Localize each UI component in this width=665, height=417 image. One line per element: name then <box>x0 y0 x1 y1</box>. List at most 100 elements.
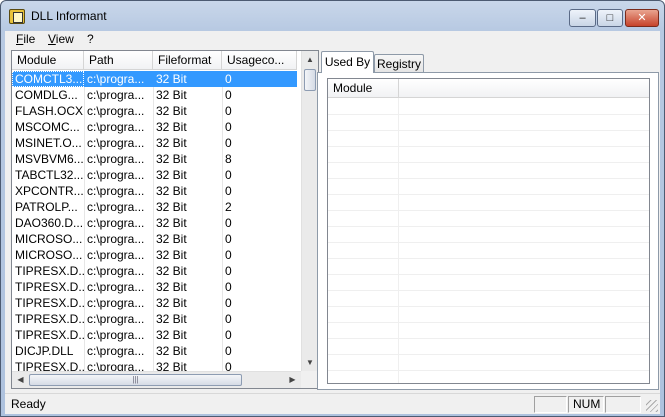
module-cell: FLASH.OCX <box>15 104 84 118</box>
path-cell: c:\progra... <box>87 168 145 182</box>
usagecount-cell: 0 <box>225 184 232 198</box>
row-gridline <box>328 178 649 179</box>
vertical-scroll-thumb[interactable] <box>304 69 316 91</box>
usagecount-cell: 0 <box>225 232 232 246</box>
module-cell: PATROLP... <box>15 200 78 214</box>
path-cell: c:\progra... <box>87 136 145 150</box>
vertical-scrollbar[interactable]: ▲ ▼ <box>301 51 318 371</box>
usagecount-cell: 0 <box>225 136 232 150</box>
status-text: Ready <box>11 397 46 411</box>
module-cell: DAO360.D... <box>15 216 84 230</box>
row-gridline <box>328 370 649 371</box>
fileformat-cell: 32 Bit <box>156 216 187 230</box>
table-row[interactable]: DICJP.DLL c:\progra... 32 Bit 0 <box>12 343 297 359</box>
module-cell: XPCONTR... <box>15 184 84 198</box>
fileformat-cell: 32 Bit <box>156 296 187 310</box>
table-row[interactable]: MSINET.O... c:\progra... 32 Bit 0 <box>12 135 297 151</box>
table-row[interactable]: TIPRESX.D... c:\progra... 32 Bit 0 <box>12 327 297 343</box>
menu-view[interactable]: View <box>48 32 74 46</box>
table-row[interactable]: DAO360.D... c:\progra... 32 Bit 0 <box>12 215 297 231</box>
table-row[interactable]: TIPRESX.D... c:\progra... 32 Bit 0 <box>12 311 297 327</box>
tab-panel: Module <box>317 72 659 390</box>
module-cell: TIPRESX.D... <box>15 280 84 294</box>
path-cell: c:\progra... <box>87 344 145 358</box>
row-gridline <box>328 114 649 115</box>
module-cell: MSINET.O... <box>15 136 82 150</box>
resize-grip-icon[interactable] <box>646 400 658 412</box>
scrollbar-corner <box>301 371 318 388</box>
fileformat-cell: 32 Bit <box>156 248 187 262</box>
row-gridline <box>328 210 649 211</box>
status-pane-caps <box>534 396 567 413</box>
path-cell: c:\progra... <box>87 216 145 230</box>
fileformat-cell: 32 Bit <box>156 120 187 134</box>
path-cell: c:\progra... <box>87 120 145 134</box>
scroll-up-arrow-icon[interactable]: ▲ <box>302 51 318 68</box>
module-cell: COMCTL3... <box>12 71 84 87</box>
fileformat-cell: 32 Bit <box>156 184 187 198</box>
tab-registry[interactable]: Registry <box>374 54 424 73</box>
column-header-module[interactable]: Module <box>12 51 84 70</box>
module-cell: MICROSO... <box>15 248 83 262</box>
minimize-button[interactable]: – <box>569 9 596 27</box>
table-row[interactable]: TIPRESX.D... c:\progra... 32 Bit 0 <box>12 263 297 279</box>
row-gridline <box>328 242 649 243</box>
column-header-path[interactable]: Path <box>84 51 153 70</box>
used-by-list[interactable]: Module <box>327 78 650 384</box>
fileformat-cell: 32 Bit <box>156 152 187 166</box>
close-button[interactable]: ✕ <box>625 9 659 27</box>
menu-help[interactable]: ? <box>87 32 94 46</box>
menu-file[interactable]: File <box>16 32 35 46</box>
fileformat-cell: 32 Bit <box>156 104 187 118</box>
menu-bar: File View ? SOFTPEDIA <box>5 31 660 63</box>
dll-app-icon <box>9 9 25 24</box>
usagecount-cell: 2 <box>225 200 232 214</box>
module-cell: MICROSO... <box>15 232 83 246</box>
scroll-left-arrow-icon[interactable]: ◀ <box>12 372 29 388</box>
table-row[interactable]: COMCTL3... c:\progra... 32 Bit 0 <box>12 71 297 87</box>
path-cell: c:\progra... <box>87 248 145 262</box>
horizontal-scrollbar[interactable]: ◀ ||| ▶ <box>12 371 301 388</box>
column-header-usagecount[interactable]: Usageco... <box>222 51 297 70</box>
row-gridline <box>328 226 649 227</box>
path-cell: c:\progra... <box>87 312 145 326</box>
row-gridline <box>328 194 649 195</box>
row-gridline <box>328 354 649 355</box>
table-row[interactable]: COMDLG... c:\progra... 32 Bit 0 <box>12 87 297 103</box>
horizontal-scroll-thumb[interactable]: ||| <box>29 374 242 386</box>
path-cell: c:\progra... <box>87 264 145 278</box>
list-rows: COMCTL3... c:\progra... 32 Bit 0 COMDLG... c:… <box>12 71 297 375</box>
table-row[interactable]: TIPRESX.D... c:\progra... 32 Bit 0 <box>12 295 297 311</box>
path-cell: c:\progra... <box>87 200 145 214</box>
table-row[interactable]: TABCTL32... c:\progra... 32 Bit 0 <box>12 167 297 183</box>
table-row[interactable]: MSVBVM6... c:\progra... 32 Bit 8 <box>12 151 297 167</box>
fileformat-cell: 32 Bit <box>156 344 187 358</box>
table-row[interactable]: XPCONTR... c:\progra... 32 Bit 0 <box>12 183 297 199</box>
maximize-button[interactable]: □ <box>597 9 623 27</box>
table-row[interactable]: FLASH.OCX c:\progra... 32 Bit 0 <box>12 103 297 119</box>
row-gridline <box>328 290 649 291</box>
title-bar[interactable]: DLL Informant – □ ✕ <box>1 1 664 31</box>
scroll-right-arrow-icon[interactable]: ▶ <box>284 372 301 388</box>
tab-used-by[interactable]: Used By <box>321 51 374 73</box>
column-header-fileformat[interactable]: Fileformat <box>153 51 222 70</box>
fileformat-cell: 32 Bit <box>156 232 187 246</box>
module-list[interactable]: Module Path Fileformat Usageco... COMCTL… <box>11 50 319 389</box>
table-row[interactable]: MICROSO... c:\progra... 32 Bit 0 <box>12 231 297 247</box>
app-window: DLL Informant – □ ✕ File View ? SOFTPEDI… <box>0 0 665 417</box>
column-header-module[interactable]: Module <box>328 79 399 98</box>
table-row[interactable]: TIPRESX.D... c:\progra... 32 Bit 0 <box>12 279 297 295</box>
column-divider <box>398 98 399 383</box>
table-row[interactable]: MICROSO... c:\progra... 32 Bit 0 <box>12 247 297 263</box>
fileformat-cell: 32 Bit <box>156 88 187 102</box>
table-row[interactable]: PATROLP... c:\progra... 32 Bit 2 <box>12 199 297 215</box>
scroll-down-arrow-icon[interactable]: ▼ <box>302 354 318 371</box>
path-cell: c:\progra... <box>87 184 145 198</box>
usagecount-cell: 0 <box>225 328 232 342</box>
row-gridline <box>328 274 649 275</box>
table-row[interactable]: MSCOMC... c:\progra... 32 Bit 0 <box>12 119 297 135</box>
path-cell: c:\progra... <box>87 152 145 166</box>
module-cell: DICJP.DLL <box>15 344 74 358</box>
usagecount-cell: 0 <box>225 104 232 118</box>
status-pane-scroll <box>605 396 641 413</box>
